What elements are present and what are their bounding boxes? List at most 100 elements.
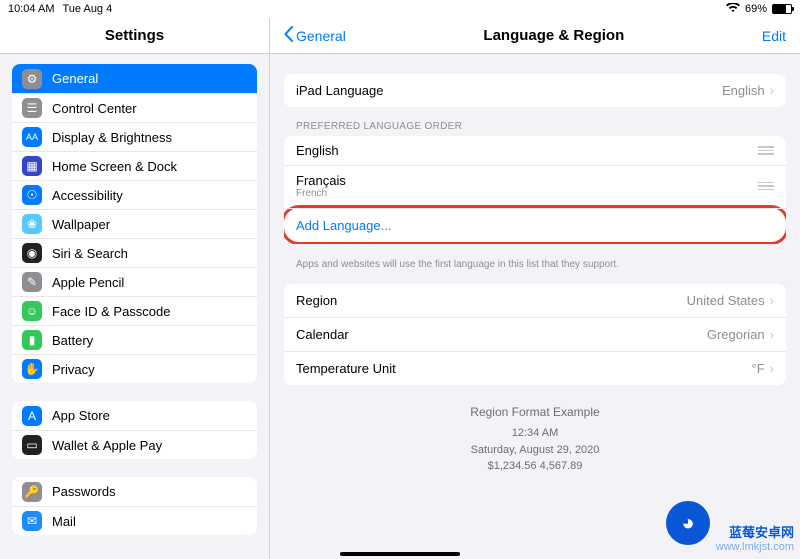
sidebar-item-label: Siri & Search (52, 246, 128, 261)
sidebar-item-homescreen[interactable]: ▦ Home Screen & Dock (12, 151, 257, 180)
status-time: 10:04 AM (8, 3, 54, 15)
row-value: English (722, 83, 765, 98)
ipad-language-row[interactable]: iPad Language English › (284, 74, 786, 107)
accessibility-icon: ☉ (22, 185, 42, 205)
region-row[interactable]: Region United States › (284, 284, 786, 317)
row-value: Gregorian (707, 327, 765, 342)
sidebar-item-label: Apple Pencil (52, 275, 124, 290)
drag-handle-icon[interactable] (758, 182, 774, 191)
add-language-button[interactable]: Add Language... (284, 208, 786, 242)
chevron-right-icon: › (770, 83, 774, 98)
gear-icon: ⚙ (22, 69, 42, 89)
sidebar-item-label: Wallet & Apple Pay (52, 438, 162, 453)
passwords-icon: 🔑 (22, 482, 42, 502)
sidebar-title: Settings (0, 18, 269, 54)
example-date: Saturday, August 29, 2020 (284, 442, 786, 459)
sidebar-item-faceid[interactable]: ☺ Face ID & Passcode (12, 296, 257, 325)
watermark: 蓝莓安卓网 www.lmkjst.com (716, 522, 794, 553)
sidebar-item-battery[interactable]: ▮ Battery (12, 325, 257, 354)
sidebar-item-label: Battery (52, 333, 93, 348)
sidebar-item-label: Wallpaper (52, 217, 110, 232)
sidebar-item-label: Passwords (52, 484, 116, 499)
sidebar-item-mail[interactable]: ✉ Mail (12, 506, 257, 535)
row-value: United States (687, 293, 765, 308)
ipad-language-card: iPad Language English › (284, 74, 786, 107)
display-icon: AA (22, 127, 42, 147)
watermark-url: www.lmkjst.com (716, 541, 794, 553)
sidebar-item-label: Mail (52, 514, 76, 529)
chevron-right-icon: › (770, 293, 774, 308)
sidebar-item-label: Face ID & Passcode (52, 304, 171, 319)
sidebar-item-general[interactable]: ⚙ General (12, 64, 257, 93)
chevron-right-icon: › (770, 361, 774, 376)
section-footer: Apps and websites will use the first lan… (284, 254, 786, 270)
sidebar-group-1: ⚙ General ☰ Control Center AA Display & … (12, 64, 257, 383)
sidebar-item-pencil[interactable]: ✎ Apple Pencil (12, 267, 257, 296)
homescreen-icon: ▦ (22, 156, 42, 176)
preferred-languages-card: English Français French Add Language... (284, 136, 786, 244)
battery-icon: ▮ (22, 330, 42, 350)
annotation-highlight: Add Language... (284, 205, 786, 244)
sidebar-item-privacy[interactable]: ✋ Privacy (12, 354, 257, 383)
watermark-text: 蓝莓安卓网 (716, 522, 794, 541)
row-label: Region (296, 293, 337, 308)
chevron-right-icon: › (770, 327, 774, 342)
battery-percent: 69% (745, 3, 767, 15)
status-date: Tue Aug 4 (62, 3, 112, 15)
appstore-icon: A (22, 406, 42, 426)
language-name: Français (296, 173, 346, 188)
language-row-french[interactable]: Français French (284, 165, 786, 206)
page-title: Language & Region (483, 27, 624, 44)
controlcenter-icon: ☰ (22, 98, 42, 118)
row-value: °F (752, 361, 765, 376)
row-label: Calendar (296, 327, 349, 342)
sidebar-item-label: Privacy (52, 362, 95, 377)
sidebar-item-appstore[interactable]: A App Store (12, 401, 257, 430)
wallet-icon: ▭ (22, 435, 42, 455)
edit-button[interactable]: Edit (762, 28, 786, 44)
sidebar-group-2: A App Store ▭ Wallet & Apple Pay (12, 401, 257, 459)
sidebar-item-wallet[interactable]: ▭ Wallet & Apple Pay (12, 430, 257, 459)
wallpaper-icon: ❀ (22, 214, 42, 234)
status-bar: 10:04 AM Tue Aug 4 69% (0, 0, 800, 18)
language-row-english[interactable]: English (284, 136, 786, 165)
sidebar-item-label: App Store (52, 408, 110, 423)
sidebar-item-label: Display & Brightness (52, 130, 172, 145)
temperature-row[interactable]: Temperature Unit °F › (284, 351, 786, 385)
region-settings-card: Region United States › Calendar Gregoria… (284, 284, 786, 385)
row-label: iPad Language (296, 83, 383, 98)
sidebar-item-label: Control Center (52, 101, 137, 116)
example-time: 12:34 AM (284, 425, 786, 442)
back-button[interactable]: General (284, 26, 346, 45)
example-numbers: $1,234.56 4,567.89 (284, 458, 786, 475)
mail-icon: ✉ (22, 511, 42, 531)
settings-sidebar: Settings ⚙ General ☰ Control Center AA D… (0, 18, 270, 559)
sidebar-item-display[interactable]: AA Display & Brightness (12, 122, 257, 151)
detail-pane: General Language & Region Edit iPad Lang… (270, 18, 800, 559)
home-indicator[interactable] (340, 552, 460, 556)
wifi-icon (726, 3, 740, 16)
sidebar-item-accessibility[interactable]: ☉ Accessibility (12, 180, 257, 209)
battery-icon (772, 4, 792, 14)
detail-header: General Language & Region Edit (270, 18, 800, 54)
sidebar-item-wallpaper[interactable]: ❀ Wallpaper (12, 209, 257, 238)
section-header: PREFERRED LANGUAGE ORDER (284, 117, 786, 136)
siri-icon: ◉ (22, 243, 42, 263)
example-title: Region Format Example (284, 403, 786, 421)
privacy-icon: ✋ (22, 359, 42, 379)
calendar-row[interactable]: Calendar Gregorian › (284, 317, 786, 351)
pencil-icon: ✎ (22, 272, 42, 292)
sidebar-item-label: Home Screen & Dock (52, 159, 177, 174)
faceid-icon: ☺ (22, 301, 42, 321)
region-format-example: Region Format Example 12:34 AM Saturday,… (284, 403, 786, 475)
sidebar-item-passwords[interactable]: 🔑 Passwords (12, 477, 257, 506)
sidebar-item-label: Accessibility (52, 188, 123, 203)
drag-handle-icon[interactable] (758, 146, 774, 155)
sidebar-item-label: General (52, 71, 98, 86)
watermark-logo-icon: ◕ (666, 501, 710, 545)
sidebar-item-control-center[interactable]: ☰ Control Center (12, 93, 257, 122)
language-native: French (296, 188, 346, 199)
sidebar-item-siri[interactable]: ◉ Siri & Search (12, 238, 257, 267)
row-label: Temperature Unit (296, 361, 396, 376)
chevron-left-icon (284, 26, 294, 45)
